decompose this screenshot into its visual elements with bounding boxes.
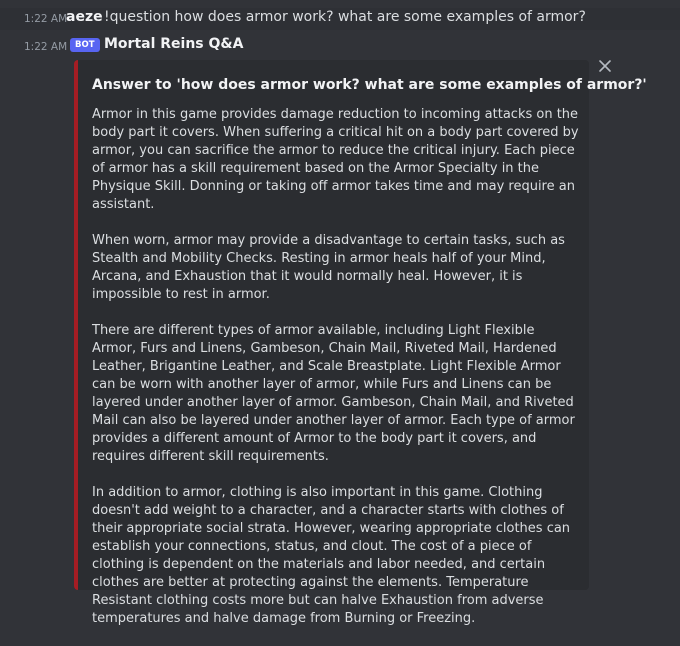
- close-icon[interactable]: [597, 58, 613, 74]
- bot-username[interactable]: Mortal Reins Q&A: [104, 36, 243, 52]
- user-message: 1:22 AM aeze !question how does armor wo…: [0, 8, 680, 30]
- embed-title: Answer to 'how does armor work? what are…: [92, 77, 647, 93]
- embed-paragraph: Armor in this game provides damage reduc…: [92, 107, 579, 212]
- message-timestamp: 1:22 AM: [24, 41, 68, 53]
- message-timestamp: 1:22 AM: [24, 13, 68, 25]
- message-username[interactable]: aeze: [66, 9, 103, 25]
- embed-paragraph: In addition to armor, clothing is also i…: [92, 485, 571, 626]
- bot-badge: BOT: [70, 38, 100, 52]
- embed-description: Armor in this game provides damage reduc…: [92, 106, 582, 646]
- answer-embed: Answer to 'how does armor work? what are…: [74, 60, 647, 626]
- embed-paragraph: When worn, armor may provide a disadvant…: [92, 233, 565, 302]
- embed-paragraph: There are different types of armor avail…: [92, 323, 575, 464]
- message-text: !question how does armor work? what are …: [104, 9, 586, 25]
- bot-message-header: 1:22 AM BOT Mortal Reins Q&A: [0, 36, 680, 56]
- close-icon-glyph: [599, 60, 611, 72]
